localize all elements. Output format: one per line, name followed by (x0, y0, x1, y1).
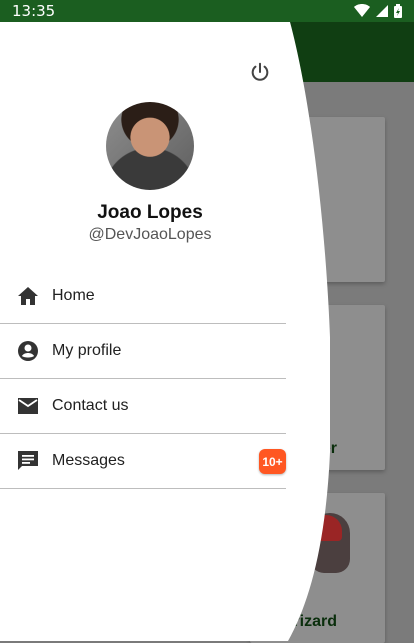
wifi-icon (354, 4, 370, 17)
navigation-drawer: Joao Lopes @DevJoaoLopes Home My profile (0, 22, 330, 641)
signal-icon (376, 5, 388, 17)
menu-item-messages[interactable]: Messages 10+ (0, 434, 286, 489)
menu-item-label: Home (52, 287, 95, 304)
battery-icon (394, 4, 402, 18)
profile-handle: @DevJoaoLopes (88, 226, 212, 243)
status-icons (354, 4, 402, 18)
status-bar: 13:35 (0, 0, 414, 22)
menu-item-label: My profile (52, 342, 122, 359)
menu-item-label: Contact us (52, 397, 129, 414)
menu-item-label: Messages (52, 452, 125, 469)
status-time: 13:35 (12, 2, 56, 20)
menu-item-contact-us[interactable]: Contact us (0, 379, 286, 434)
chat-icon (16, 449, 40, 473)
logout-button[interactable] (247, 59, 273, 85)
mail-icon (16, 394, 40, 418)
account-circle-icon (16, 339, 40, 363)
power-icon (249, 61, 271, 83)
menu-item-my-profile[interactable]: My profile (0, 324, 286, 379)
home-icon (16, 284, 40, 308)
menu-item-home[interactable]: Home (0, 269, 286, 324)
drawer-menu: Home My profile Contact us Messages 10+ (0, 269, 286, 489)
messages-badge: 10+ (259, 449, 286, 474)
avatar (106, 102, 194, 190)
profile-name: Joao Lopes (97, 202, 203, 223)
